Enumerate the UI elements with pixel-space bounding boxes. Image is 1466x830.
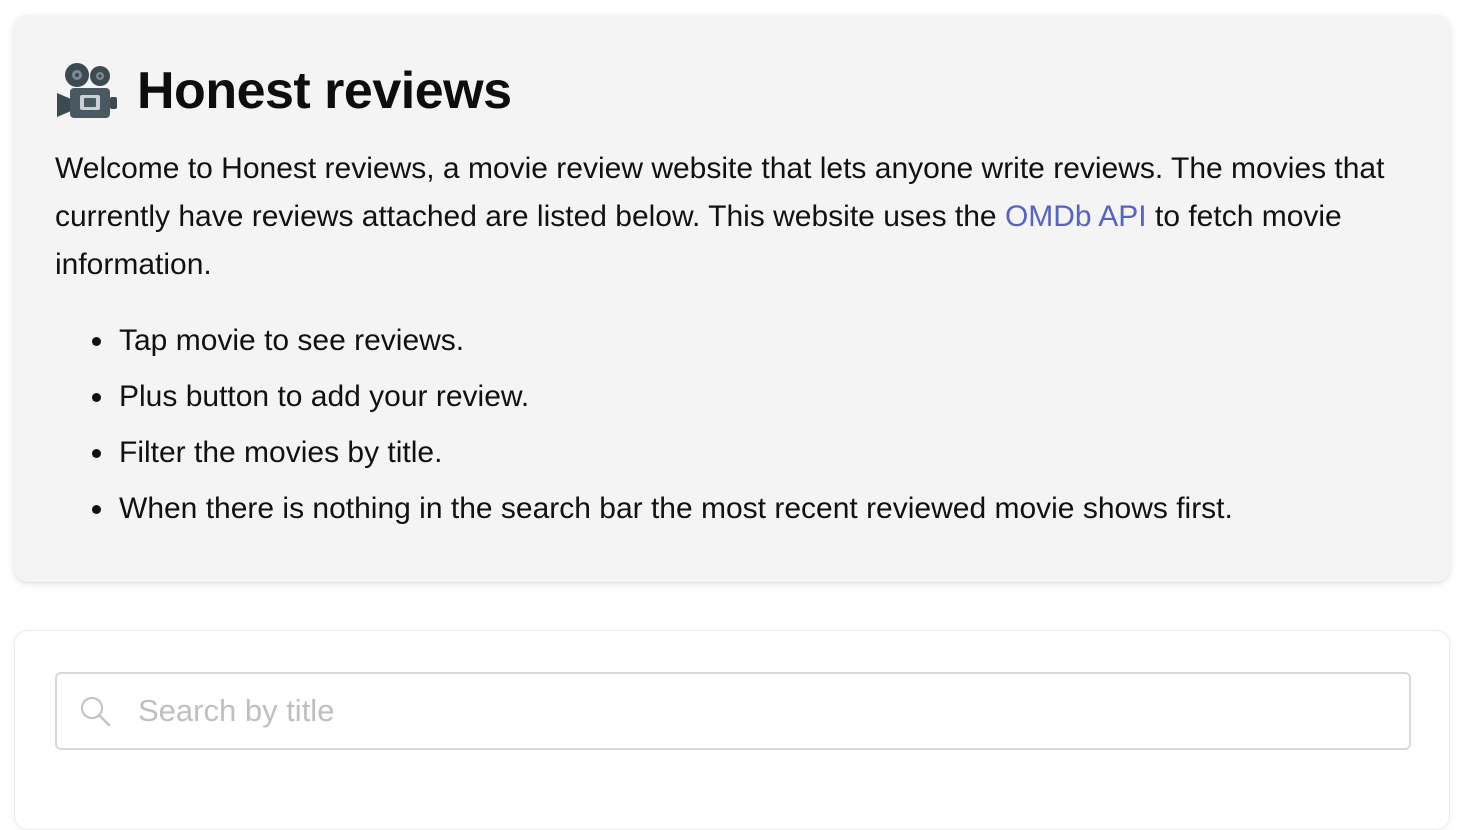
movie-camera-icon [57,63,117,118]
search-input[interactable] [138,681,1338,741]
tip-item: Plus button to add your review. [92,369,1410,425]
page-title: Honest reviews [137,62,512,120]
tips-list: Tap movie to see reviews. Plus button to… [55,313,1410,537]
tip-item: When there is nothing in the search bar … [92,481,1410,537]
intro-card: Honest reviews Welcome to Honest reviews… [14,15,1450,582]
title-row: Honest reviews [55,59,1410,123]
omdb-api-link[interactable]: OMDb API [1005,200,1147,233]
search-icon [80,696,111,727]
tip-item: Filter the movies by title. [92,425,1410,481]
intro-paragraph: Welcome to Honest reviews, a movie revie… [55,145,1395,289]
search-card [14,630,1450,830]
tip-item: Tap movie to see reviews. [92,313,1410,369]
search-box[interactable] [55,672,1411,750]
